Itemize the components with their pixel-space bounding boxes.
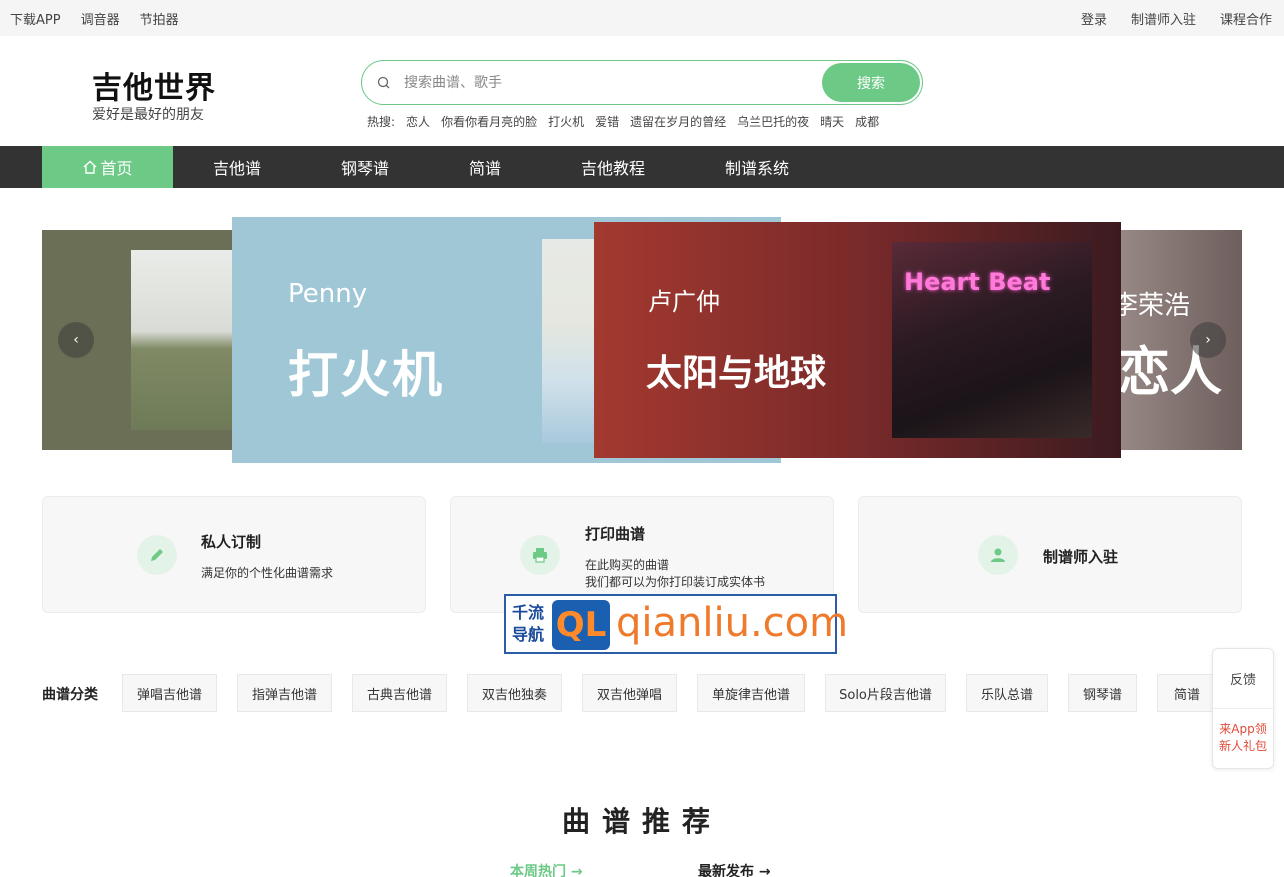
category-tag[interactable]: 单旋律吉他谱 — [697, 674, 805, 712]
watermark-badge: QL — [552, 600, 610, 650]
watermark-logo: 千流 导航 QL qianliu.com — [504, 594, 848, 654]
slide-song: 太阳与地球 — [646, 353, 827, 394]
hot-search-item[interactable]: 爱错 — [595, 113, 619, 130]
hot-search-item[interactable]: 成都 — [855, 113, 879, 130]
nav-item-piano-scores[interactable]: 钢琴谱 — [301, 146, 429, 188]
hot-searches: 热搜: 恋人 你看你看月亮的脸 打火机 爱错 遗留在岁月的曾经 乌兰巴托的夜 晴… — [367, 113, 879, 130]
app-gift-link[interactable]: 来App领 新人礼包 — [1213, 721, 1273, 755]
chevron-right-icon: › — [1205, 332, 1211, 348]
top-bar: 下载APP 调音器 节拍器 登录 制谱师入驻 课程合作 — [0, 0, 1284, 36]
tab-latest[interactable]: 最新发布 → — [698, 861, 771, 877]
site-slogan: 爱好是最好的朋友 — [92, 107, 204, 123]
download-app-link[interactable]: 下载APP — [10, 9, 61, 28]
category-tag[interactable]: 古典吉他谱 — [352, 674, 447, 712]
watermark-url: qianliu.com — [616, 600, 849, 646]
hot-search-label: 热搜: — [367, 115, 396, 129]
user-icon — [978, 535, 1018, 575]
feature-custom-order[interactable]: 私人订制 满足你的个性化曲谱需求 — [42, 496, 426, 613]
feature-title: 打印曲谱 — [585, 525, 646, 543]
feature-title: 私人订制 — [201, 533, 262, 551]
chevron-left-icon: ‹ — [73, 332, 79, 348]
feature-desc: 在此购买的曲谱 — [585, 558, 670, 572]
hot-search-item[interactable]: 你看你看月亮的脸 — [441, 113, 537, 130]
category-tag[interactable]: 弹唱吉他谱 — [122, 674, 217, 712]
search-bar: 搜索 — [361, 60, 923, 105]
category-tag[interactable]: 钢琴谱 — [1068, 674, 1137, 712]
category-label: 曲谱分类 — [42, 687, 98, 703]
carousel-prev-button[interactable]: ‹ — [58, 322, 94, 358]
main-nav: 首页 吉他谱 钢琴谱 简谱 吉他教程 制谱系统 — [0, 146, 1284, 188]
transcriber-join-link[interactable]: 制谱师入驻 — [1131, 9, 1196, 28]
feature-transcriber-join[interactable]: 制谱师入驻 — [858, 496, 1242, 613]
watermark-text: 千流 导航 — [512, 603, 545, 644]
category-tag[interactable]: 乐队总谱 — [966, 674, 1048, 712]
nav-item-label: 首页 — [100, 159, 133, 178]
nav-item-home[interactable]: 首页 — [42, 146, 173, 188]
slide-artist: 李荣浩 — [1112, 291, 1191, 321]
landscape-photo — [131, 250, 241, 430]
feature-desc: 满足你的个性化曲谱需求 — [201, 566, 334, 580]
slide-artist: Penny — [288, 279, 368, 309]
hot-search-item[interactable]: 遗留在岁月的曾经 — [630, 113, 726, 130]
hot-search-item[interactable]: 打火机 — [548, 113, 584, 130]
hot-search-item[interactable]: 乌兰巴托的夜 — [737, 113, 809, 130]
neon-sign: Heart Beat — [904, 268, 1051, 296]
home-icon — [84, 160, 97, 174]
nav-item-guitar-tutorials[interactable]: 吉他教程 — [541, 146, 685, 188]
nav-item-notation-system[interactable]: 制谱系统 — [685, 146, 829, 188]
category-tag[interactable]: 双吉他独奏 — [467, 674, 562, 712]
carousel-next-button[interactable]: › — [1190, 322, 1226, 358]
feature-title: 制谱师入驻 — [1043, 548, 1119, 566]
tuner-link[interactable]: 调音器 — [81, 9, 120, 28]
section-title: 曲谱推荐 — [561, 805, 722, 838]
feature-desc: 我们都可以为你打印装订成实体书 — [585, 575, 766, 589]
category-tag[interactable]: 指弹吉他谱 — [237, 674, 332, 712]
category-tag[interactable]: 简谱 — [1157, 674, 1217, 712]
slide-artist: 卢广仲 — [648, 288, 720, 316]
pencil-icon — [137, 535, 177, 575]
nav-item-guitar-tabs[interactable]: 吉他谱 — [173, 146, 301, 188]
search-icon — [377, 76, 390, 89]
login-link[interactable]: 登录 — [1081, 9, 1107, 28]
search-button[interactable]: 搜索 — [822, 63, 920, 102]
nav-item-numbered-notation[interactable]: 简谱 — [429, 146, 541, 188]
feedback-button[interactable]: 反馈 — [1213, 649, 1273, 709]
search-input[interactable] — [404, 69, 804, 97]
hot-search-item[interactable]: 恋人 — [406, 113, 430, 130]
slide-song: 打火机 — [288, 346, 444, 404]
metronome-link[interactable]: 节拍器 — [140, 9, 179, 28]
tab-weekly-hot[interactable]: 本周热门 → — [510, 861, 583, 877]
course-cooperation-link[interactable]: 课程合作 — [1220, 9, 1272, 28]
hot-search-item[interactable]: 晴天 — [820, 113, 844, 130]
side-float-panel: 反馈 来App领 新人礼包 — [1212, 648, 1274, 769]
category-tag[interactable]: Solo片段吉他谱 — [825, 674, 946, 712]
carousel-slide-active[interactable]: 卢广仲 太阳与地球 Heart Beat — [594, 222, 1121, 458]
printer-icon — [520, 535, 560, 575]
site-logo[interactable]: 吉他世界 — [92, 63, 216, 107]
category-tag[interactable]: 双吉他弹唱 — [582, 674, 677, 712]
